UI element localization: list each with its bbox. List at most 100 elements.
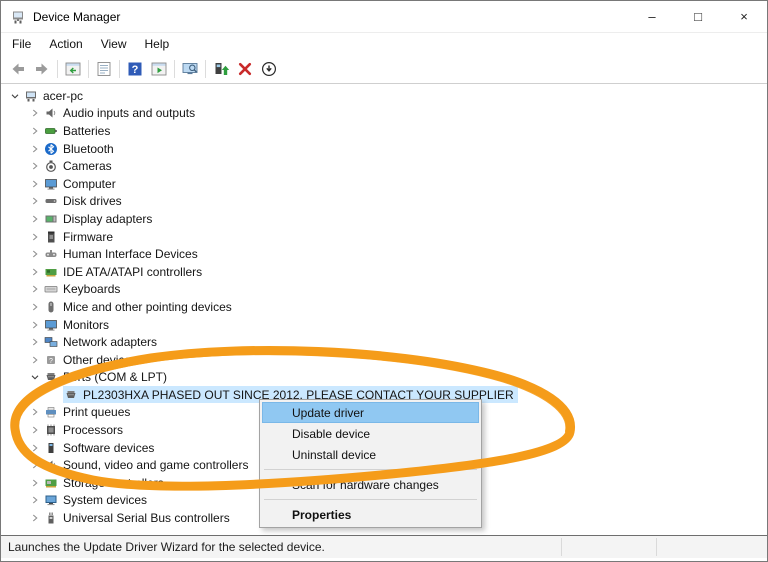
tree-item-label: Other devices: [63, 353, 137, 367]
tree-item-monitors[interactable]: Monitors: [1, 316, 767, 334]
hid-icon: [44, 247, 59, 261]
status-text: Launches the Update Driver Wizard for th…: [8, 540, 325, 554]
disk-icon: [44, 194, 59, 208]
tree-item-keyboards[interactable]: Keyboards: [1, 281, 767, 299]
ide-controller-icon: [44, 265, 59, 279]
menu-bar: FileActionViewHelp: [1, 33, 767, 55]
tree-item-batteries[interactable]: Batteries: [1, 122, 767, 140]
chevron-right-icon[interactable]: [27, 106, 43, 121]
menu-item-disable-device[interactable]: Disable device: [262, 423, 479, 444]
printer-icon: [44, 405, 59, 419]
action-pane-icon[interactable]: [147, 58, 171, 81]
menu-item-properties[interactable]: Properties: [262, 504, 479, 525]
maximize-button[interactable]: □: [675, 1, 721, 32]
chevron-right-icon[interactable]: [27, 282, 43, 297]
chevron-right-icon[interactable]: [27, 423, 43, 438]
chevron-right-icon[interactable]: [27, 352, 43, 367]
tree-item-bluetooth[interactable]: Bluetooth: [1, 140, 767, 158]
storage-controller-icon: [44, 476, 59, 490]
tree-item-label: Display adapters: [63, 212, 152, 226]
chevron-right-icon[interactable]: [27, 247, 43, 262]
tree-item-disk-drives[interactable]: Disk drives: [1, 193, 767, 211]
battery-icon: [44, 124, 59, 138]
status-bar-separator: [656, 538, 657, 556]
chevron-right-icon[interactable]: [27, 458, 43, 473]
bluetooth-icon: [44, 142, 59, 156]
help-icon[interactable]: ?: [123, 58, 147, 81]
forward-icon[interactable]: [30, 58, 54, 81]
chevron-right-icon[interactable]: [27, 493, 43, 508]
tree-item-mice-and-other-pointing-devices[interactable]: Mice and other pointing devices: [1, 298, 767, 316]
device-context-menu: Update driverDisable deviceUninstall dev…: [259, 399, 482, 528]
menu-action[interactable]: Action: [40, 37, 91, 51]
chevron-right-icon[interactable]: [27, 335, 43, 350]
chevron-right-icon[interactable]: [27, 475, 43, 490]
tree-item-label: IDE ATA/ATAPI controllers: [63, 265, 202, 279]
menu-help[interactable]: Help: [136, 37, 179, 51]
chevron-spacer: [47, 387, 63, 402]
properties-icon[interactable]: [92, 58, 116, 81]
back-icon[interactable]: [6, 58, 30, 81]
tree-item-computer[interactable]: Computer: [1, 175, 767, 193]
chevron-down-icon[interactable]: [27, 370, 43, 385]
device-manager-app-icon: [10, 9, 26, 25]
toolbar-separator: [119, 60, 120, 78]
display-adapter-icon: [44, 212, 59, 226]
tree-item-other-devices[interactable]: ?Other devices: [1, 351, 767, 369]
menu-item-scan-for-hardware-changes[interactable]: Scan for hardware changes: [262, 474, 479, 495]
menu-file[interactable]: File: [3, 37, 40, 51]
chevron-right-icon[interactable]: [27, 405, 43, 420]
mouse-icon: [44, 300, 59, 314]
chevron-right-icon[interactable]: [27, 317, 43, 332]
uninstall-device-icon[interactable]: [233, 58, 257, 81]
chevron-right-icon[interactable]: [27, 440, 43, 455]
tree-item-label: System devices: [63, 493, 147, 507]
chevron-right-icon[interactable]: [27, 123, 43, 138]
toolbar: ?: [1, 55, 767, 84]
software-device-icon: [44, 441, 59, 455]
tree-item-label: Keyboards: [63, 282, 120, 296]
tree-item-label: Monitors: [63, 318, 109, 332]
close-button[interactable]: ×: [721, 1, 767, 32]
tree-item-firmware[interactable]: Firmware: [1, 228, 767, 246]
show-console-tree-icon[interactable]: [61, 58, 85, 81]
tree-item-label: Software devices: [63, 441, 154, 455]
minimize-button[interactable]: –: [629, 1, 675, 32]
scan-hardware-icon[interactable]: [178, 58, 202, 81]
chevron-right-icon[interactable]: [27, 194, 43, 209]
tree-item-label: Print queues: [63, 405, 130, 419]
chevron-right-icon[interactable]: [27, 511, 43, 526]
menu-view[interactable]: View: [92, 37, 136, 51]
serial-port-icon: [64, 388, 79, 402]
device-manager-window: Device Manager – □ × FileActionViewHelp …: [0, 0, 768, 562]
tree-item-label: Cameras: [63, 159, 112, 173]
tree-item-label: acer-pc: [43, 89, 83, 103]
toolbar-separator: [88, 60, 89, 78]
tree-item-label: Human Interface Devices: [63, 247, 198, 261]
tree-item-display-adapters[interactable]: Display adapters: [1, 210, 767, 228]
tree-item-ide-ata-atapi-controllers[interactable]: IDE ATA/ATAPI controllers: [1, 263, 767, 281]
window-title: Device Manager: [33, 10, 120, 24]
chevron-down-icon[interactable]: [7, 88, 23, 103]
context-menu-separator: [264, 469, 477, 470]
chevron-right-icon[interactable]: [27, 299, 43, 314]
tree-item-network-adapters[interactable]: Network adapters: [1, 333, 767, 351]
tree-item-cameras[interactable]: Cameras: [1, 157, 767, 175]
menu-item-update-driver[interactable]: Update driver: [262, 402, 479, 423]
chevron-right-icon[interactable]: [27, 176, 43, 191]
chevron-right-icon[interactable]: [27, 229, 43, 244]
tree-item-acer-pc[interactable]: acer-pc: [1, 87, 767, 105]
chevron-right-icon[interactable]: [27, 264, 43, 279]
title-bar[interactable]: Device Manager – □ ×: [1, 1, 767, 33]
tree-item-label: Storage controllers: [63, 476, 164, 490]
tree-item-human-interface-devices[interactable]: Human Interface Devices: [1, 245, 767, 263]
chevron-right-icon[interactable]: [27, 211, 43, 226]
chevron-right-icon[interactable]: [27, 159, 43, 174]
chevron-right-icon[interactable]: [27, 141, 43, 156]
window-controls: – □ ×: [629, 1, 767, 32]
disable-device-icon[interactable]: [257, 58, 281, 81]
update-driver-icon[interactable]: [209, 58, 233, 81]
tree-item-audio-inputs-and-outputs[interactable]: Audio inputs and outputs: [1, 105, 767, 123]
tree-item-ports-com-lpt[interactable]: Ports (COM & LPT): [1, 369, 767, 387]
menu-item-uninstall-device[interactable]: Uninstall device: [262, 444, 479, 465]
